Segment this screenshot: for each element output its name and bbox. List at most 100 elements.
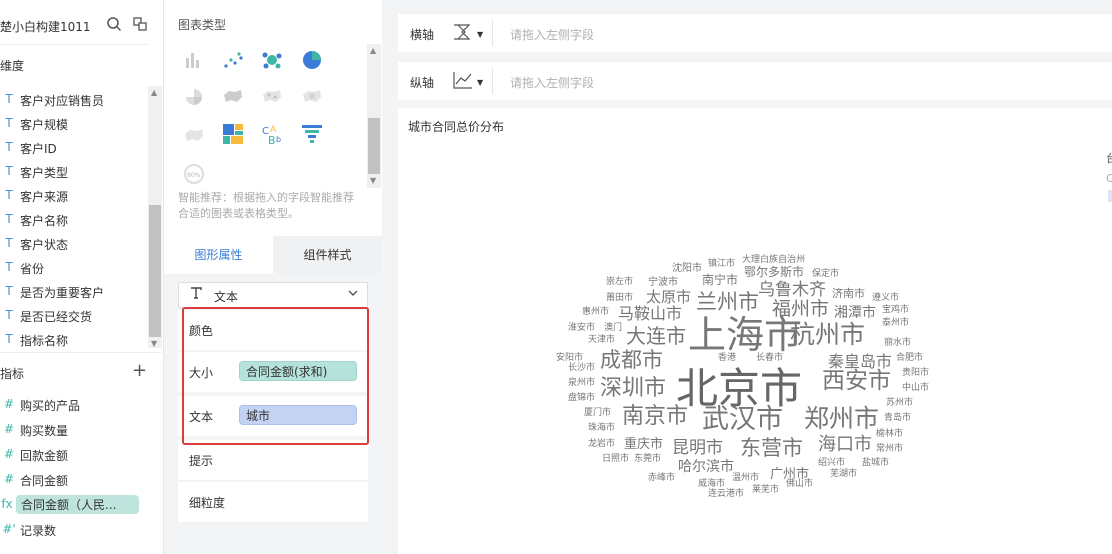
word-cloud-word[interactable]: 大连市	[626, 326, 686, 346]
word-cloud-word[interactable]: 杭州市	[790, 322, 865, 347]
word-cloud-word[interactable]: 芜湖市	[830, 470, 857, 479]
word-cloud-word[interactable]: 澳门	[604, 324, 622, 333]
dimension-item[interactable]: T 客户对应销售员	[0, 88, 150, 110]
word-cloud-word[interactable]: 佛山市	[786, 480, 813, 489]
word-cloud-word[interactable]: 安阳市	[556, 354, 583, 363]
prop-granularity[interactable]: 细粒度	[178, 482, 368, 522]
word-cloud-word[interactable]: 珠海市	[588, 424, 615, 433]
word-cloud-word[interactable]: 中山市	[902, 384, 929, 393]
word-cloud-word[interactable]: 太原市	[646, 290, 691, 305]
pie-chart-icon[interactable]	[300, 48, 324, 72]
word-cloud-word[interactable]: 遵义市	[872, 294, 899, 303]
word-cloud-word[interactable]: 赤峰市	[648, 474, 675, 483]
y-axis-drop-zone[interactable]: 请拖入左侧字段	[510, 74, 594, 91]
word-cloud-word[interactable]: 日照市	[602, 455, 629, 464]
word-cloud-word[interactable]: 宁波市	[648, 278, 678, 288]
word-cloud-word[interactable]: 镇江市	[708, 260, 735, 269]
word-cloud-word[interactable]: 鄂尔多斯市	[744, 266, 804, 278]
word-cloud-word[interactable]: 威海市	[698, 480, 725, 489]
word-cloud-word[interactable]: 榆林市	[876, 430, 903, 439]
word-cloud-word[interactable]: 重庆市	[624, 438, 663, 451]
word-cloud-word[interactable]: 泉州市	[568, 379, 595, 388]
word-cloud-word[interactable]: 贵阳市	[902, 369, 929, 378]
point-map-icon[interactable]	[260, 85, 284, 109]
word-cloud-word[interactable]: 湘潭市	[834, 306, 876, 320]
bubble-chart-icon[interactable]	[260, 48, 284, 72]
measure-item[interactable]: # 回款金额	[0, 443, 150, 465]
treemap-chart-icon[interactable]	[221, 122, 245, 146]
caret-down-icon[interactable]: ▼	[477, 78, 483, 87]
word-cloud-word[interactable]: 兰州市	[696, 292, 759, 313]
funnel-chart-icon[interactable]	[300, 122, 324, 146]
word-cloud-word[interactable]: 泰州市	[882, 319, 909, 328]
scroll-up-icon[interactable]: ▲	[370, 46, 376, 55]
word-cloud-word[interactable]: 常州市	[876, 445, 903, 454]
word-cloud-word[interactable]: 香港	[718, 354, 736, 363]
scroll-down-icon[interactable]: ▼	[151, 339, 157, 348]
prop-tooltip[interactable]: 提示	[178, 440, 368, 480]
word-cloud-word[interactable]: 济南市	[832, 288, 865, 299]
chart-type-scrollbar-thumb[interactable]	[368, 118, 380, 174]
scroll-down-icon[interactable]: ▼	[370, 176, 376, 185]
word-cloud-word[interactable]: 南宁市	[702, 274, 738, 286]
word-cloud-word[interactable]: 连云港市	[708, 490, 744, 499]
x-axis-type-icon[interactable]	[452, 22, 474, 42]
caret-down-icon[interactable]: ▼	[477, 30, 483, 39]
x-axis-drop-zone[interactable]: 请拖入左侧字段	[510, 26, 594, 43]
word-cloud-word[interactable]: 大理白族自治州	[742, 256, 805, 265]
word-cloud-icon[interactable]: CABb	[260, 122, 284, 147]
word-cloud-word[interactable]: 沈阳市	[672, 264, 702, 274]
heat-map-icon[interactable]	[300, 85, 324, 109]
word-cloud-word[interactable]: 丽水市	[884, 339, 911, 348]
word-cloud-word[interactable]: 崇左市	[606, 278, 633, 287]
word-cloud-word[interactable]: 东营市	[740, 438, 803, 459]
word-cloud-word[interactable]: 上海市	[688, 316, 802, 354]
word-cloud-word[interactable]: 淮安市	[568, 324, 595, 333]
dimension-item[interactable]: T 客户名称	[0, 208, 150, 230]
rose-chart-icon[interactable]	[182, 85, 206, 109]
tab-component-style[interactable]: 组件样式	[273, 236, 382, 274]
word-cloud-word[interactable]: 合肥市	[896, 354, 923, 363]
scatter-chart-icon[interactable]	[221, 48, 245, 72]
add-measure-icon[interactable]: +	[132, 360, 147, 381]
word-cloud-word[interactable]: 深圳市	[600, 378, 666, 400]
word-cloud-word[interactable]: 长沙市	[568, 364, 595, 373]
word-cloud-word[interactable]: 武汉市	[702, 406, 783, 433]
tab-graph-properties[interactable]: 图形属性	[164, 236, 273, 274]
word-cloud-word[interactable]: 青岛市	[884, 414, 911, 423]
word-cloud-word[interactable]: 莆田市	[606, 294, 633, 303]
mark-type-select[interactable]: 文本	[178, 282, 368, 308]
switch-view-icon[interactable]	[132, 16, 148, 32]
dimension-item[interactable]: T 省份	[0, 256, 150, 278]
dimension-item[interactable]: T 客户ID	[0, 136, 150, 158]
word-cloud-word[interactable]: 郑州市	[804, 406, 879, 431]
word-cloud-word[interactable]: 东莞市	[634, 455, 661, 464]
dimension-item[interactable]: T 客户状态	[0, 232, 150, 254]
word-cloud-word[interactable]: 西安市	[822, 370, 891, 393]
word-cloud-word[interactable]: 福州市	[772, 300, 829, 319]
word-cloud-word[interactable]: 绍兴市	[818, 459, 845, 468]
word-cloud-word[interactable]: 成都市	[600, 350, 663, 371]
word-cloud-word[interactable]: 宝鸡市	[882, 306, 909, 315]
scroll-up-icon[interactable]: ▲	[151, 88, 157, 97]
dimension-item[interactable]: T 客户类型	[0, 160, 150, 182]
measure-item[interactable]: # 合同金额	[0, 468, 150, 490]
dimension-item[interactable]: T 是否已经交货	[0, 304, 150, 326]
search-icon[interactable]	[106, 16, 122, 32]
dimension-item[interactable]: T 客户规模	[0, 112, 150, 134]
y-axis-type-icon[interactable]	[452, 70, 474, 90]
word-cloud-word[interactable]: 乌鲁木齐	[758, 282, 826, 299]
measure-item[interactable]: fx 合同金额（人民...	[0, 493, 150, 515]
word-cloud-word[interactable]: 南京市	[622, 406, 688, 428]
word-cloud-word[interactable]: 龙岩市	[588, 440, 615, 449]
word-cloud-word[interactable]: 盘锦市	[568, 394, 595, 403]
word-cloud-word[interactable]: 海口市	[818, 436, 872, 454]
dimension-item[interactable]: T 指标名称	[0, 328, 150, 350]
word-cloud-word[interactable]: 厦门市	[584, 409, 611, 418]
word-cloud-word[interactable]: 保定市	[812, 270, 839, 279]
dimension-item[interactable]: T 客户来源	[0, 184, 150, 206]
word-cloud-word[interactable]: 长春市	[756, 354, 783, 363]
measure-item[interactable]: #' 记录数	[0, 518, 150, 540]
word-cloud-word[interactable]: 温州市	[732, 474, 759, 483]
dimension-item[interactable]: T 是否为重要客户	[0, 280, 150, 302]
